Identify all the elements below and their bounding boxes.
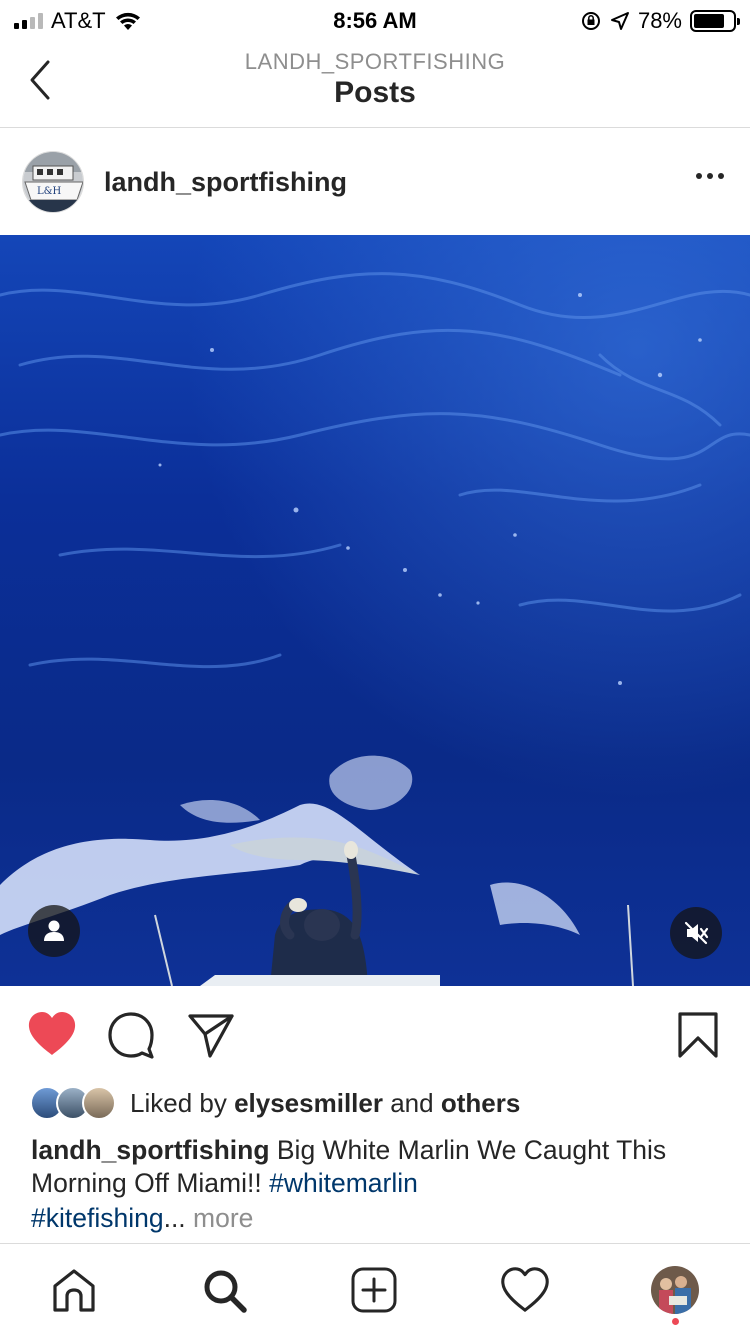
paper-plane-icon <box>188 1014 234 1058</box>
comment-icon <box>108 1012 154 1059</box>
bookmark-icon <box>678 1012 718 1058</box>
save-button[interactable] <box>676 1010 720 1065</box>
mute-button[interactable] <box>670 907 722 959</box>
nav-subtitle: LANDH_SPORTFISHING <box>244 49 506 74</box>
battery-icon <box>690 10 740 32</box>
tab-home[interactable] <box>50 1266 98 1319</box>
caption-username[interactable]: landh_sportfishing <box>31 1135 270 1165</box>
share-button[interactable] <box>186 1010 236 1065</box>
heart-outline-icon <box>501 1267 549 1312</box>
hashtag-whitemarlin[interactable]: #whitemarlin <box>269 1168 418 1198</box>
likes-others[interactable]: others <box>441 1088 520 1118</box>
likes-row[interactable]: Liked by elysesmiller and others <box>30 1082 730 1124</box>
tab-profile[interactable] <box>651 1266 699 1314</box>
plus-square-icon <box>351 1267 397 1313</box>
post-video[interactable] <box>0 235 750 986</box>
like-button[interactable] <box>26 1010 78 1063</box>
tab-activity[interactable] <box>500 1266 550 1319</box>
more-dot <box>718 173 724 179</box>
hashtag-kitefishing[interactable]: #kitefishing <box>31 1203 164 1233</box>
bottom-tab-bar <box>0 1243 750 1334</box>
battery-fill <box>694 14 724 28</box>
activity-notification-dot <box>672 1318 679 1325</box>
search-icon <box>204 1270 247 1313</box>
liker-avatar <box>82 1086 116 1120</box>
post-username[interactable]: landh_sportfishing <box>104 167 347 198</box>
caption-ellipsis: ... <box>163 1203 186 1233</box>
tagged-people-button[interactable] <box>28 905 80 957</box>
avatar-label: L&H <box>37 186 62 197</box>
post-header: L&H landh_sportfishing <box>0 129 750 235</box>
post-actions <box>0 986 750 1082</box>
more-dot <box>696 173 702 179</box>
location-icon <box>610 12 629 30</box>
boat-avatar-image: L&H <box>23 152 83 212</box>
heart-filled-icon <box>28 1012 76 1055</box>
more-options-button[interactable] <box>696 173 724 179</box>
avatar[interactable]: L&H <box>22 151 84 213</box>
ocean-video-frame <box>0 235 750 986</box>
profile-avatar <box>651 1266 699 1314</box>
likes-text: Liked by elysesmiller and others <box>130 1088 520 1119</box>
speaker-muted-icon <box>684 921 709 945</box>
status-bar: AT&T 8:56 AM 78% <box>0 0 750 40</box>
caption-line-2: #kitefishing... more <box>31 1202 721 1235</box>
more-dot <box>707 173 713 179</box>
caption-more-link[interactable]: more <box>193 1203 253 1233</box>
nav-header: LANDH_SPORTFISHING Posts <box>0 40 750 128</box>
battery-percent: 78% <box>637 8 682 33</box>
likes-prefix: Liked by <box>130 1087 227 1118</box>
comment-button[interactable] <box>106 1010 156 1065</box>
user-tag-icon <box>44 920 64 941</box>
status-right: 78% <box>580 8 740 34</box>
likes-conjunction: and <box>390 1087 434 1118</box>
liker-username[interactable]: elysesmiller <box>234 1088 383 1118</box>
tab-search[interactable] <box>200 1266 250 1321</box>
page-title: Posts <box>334 76 416 109</box>
home-icon <box>53 1269 95 1312</box>
liker-avatars <box>30 1084 122 1122</box>
orientation-lock-icon <box>581 12 600 30</box>
post-caption: landh_sportfishing Big White Marlin We C… <box>31 1134 721 1235</box>
tab-new-post[interactable] <box>350 1266 398 1319</box>
